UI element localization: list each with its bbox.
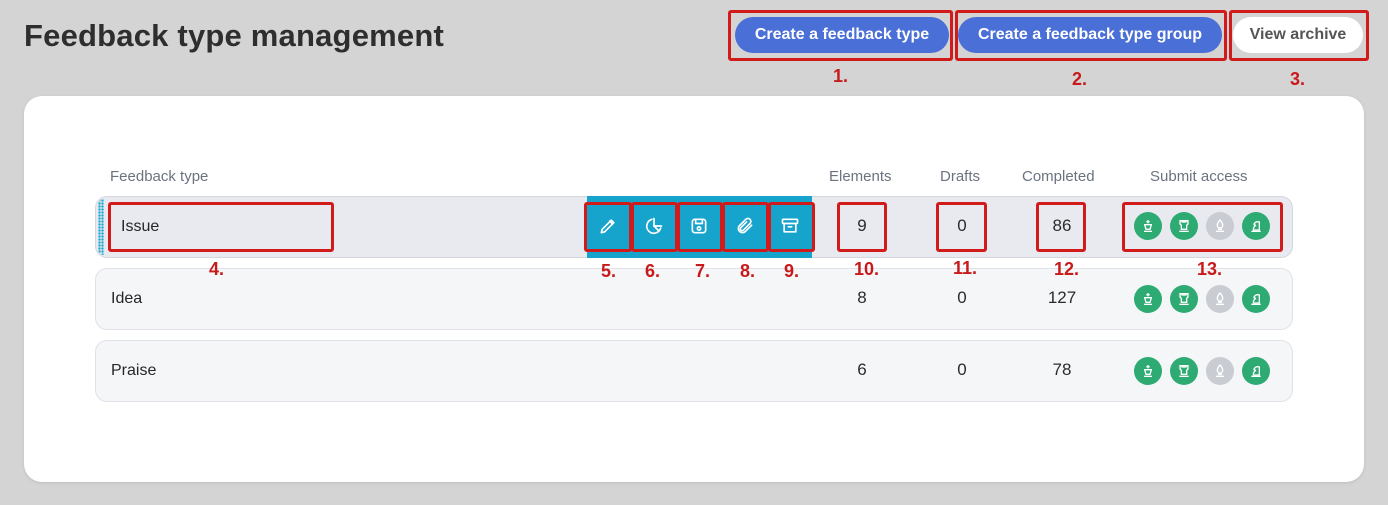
drag-handle[interactable] — [98, 199, 104, 255]
save-button[interactable] — [677, 204, 721, 248]
callout-number: 7. — [695, 261, 711, 281]
page-title: Feedback type management — [24, 18, 445, 53]
table-row[interactable] — [95, 340, 1293, 402]
column-header-submit-access: Submit access — [1150, 168, 1248, 185]
role-tower-icon[interactable] — [1170, 285, 1198, 313]
attachment-icon — [737, 217, 753, 234]
callout-number: 6. — [645, 261, 661, 281]
callout-number: 12. — [1054, 259, 1080, 279]
create-feedback-type-button[interactable]: Create a feedback type — [735, 17, 949, 53]
callout-number: 4. — [209, 259, 225, 279]
chart-icon — [645, 217, 663, 235]
archive-icon — [781, 218, 799, 233]
role-bishop-icon[interactable] — [1206, 285, 1234, 313]
drafts-count: 0 — [957, 360, 967, 379]
callout-number: 9. — [784, 261, 800, 281]
role-tower-icon[interactable] — [1170, 357, 1198, 385]
view-archive-button[interactable]: View archive — [1233, 17, 1363, 53]
role-knight-icon[interactable] — [1242, 285, 1270, 313]
callout-number: 8. — [740, 261, 756, 281]
column-header-feedback-type: Feedback type — [110, 168, 209, 185]
create-feedback-type-group-button[interactable]: Create a feedback type group — [958, 17, 1222, 53]
completed-count: 78 — [1052, 360, 1072, 379]
callout-number: 11. — [953, 258, 978, 278]
elements-count: 6 — [857, 360, 867, 379]
column-header-completed: Completed — [1022, 168, 1095, 185]
statistics-button[interactable] — [632, 204, 676, 248]
drafts-count: 0 — [957, 288, 967, 307]
elements-count: 8 — [857, 288, 867, 307]
role-crown-icon[interactable] — [1134, 285, 1162, 313]
drafts-count: 0 — [957, 216, 967, 235]
role-knight-icon[interactable] — [1242, 212, 1270, 240]
edit-button[interactable] — [586, 204, 630, 248]
completed-count: 127 — [1047, 288, 1077, 307]
column-header-elements: Elements — [829, 168, 892, 185]
callout-number: 2. — [1072, 69, 1088, 89]
role-crown-icon[interactable] — [1134, 357, 1162, 385]
row-name[interactable]: Praise — [111, 362, 156, 380]
role-crown-icon[interactable] — [1134, 212, 1162, 240]
role-tower-icon[interactable] — [1170, 212, 1198, 240]
edit-icon — [600, 219, 615, 234]
role-bishop-icon[interactable] — [1206, 212, 1234, 240]
row-name[interactable]: Idea — [111, 290, 142, 308]
callout-number: 3. — [1290, 69, 1306, 89]
attachments-button[interactable] — [723, 204, 767, 248]
completed-count: 86 — [1052, 216, 1072, 235]
callout-number: 1. — [833, 66, 849, 86]
column-header-drafts: Drafts — [940, 168, 981, 185]
save-icon — [691, 218, 707, 234]
callout-number: 5. — [601, 261, 617, 281]
table-row[interactable] — [95, 268, 1293, 330]
elements-count: 9 — [857, 216, 867, 235]
role-knight-icon[interactable] — [1242, 357, 1270, 385]
callout-number: 13. — [1197, 259, 1223, 279]
role-bishop-icon[interactable] — [1206, 357, 1234, 385]
archive-button[interactable] — [768, 204, 812, 248]
callout-number: 10. — [854, 259, 880, 279]
row-name[interactable]: Issue — [121, 218, 159, 236]
